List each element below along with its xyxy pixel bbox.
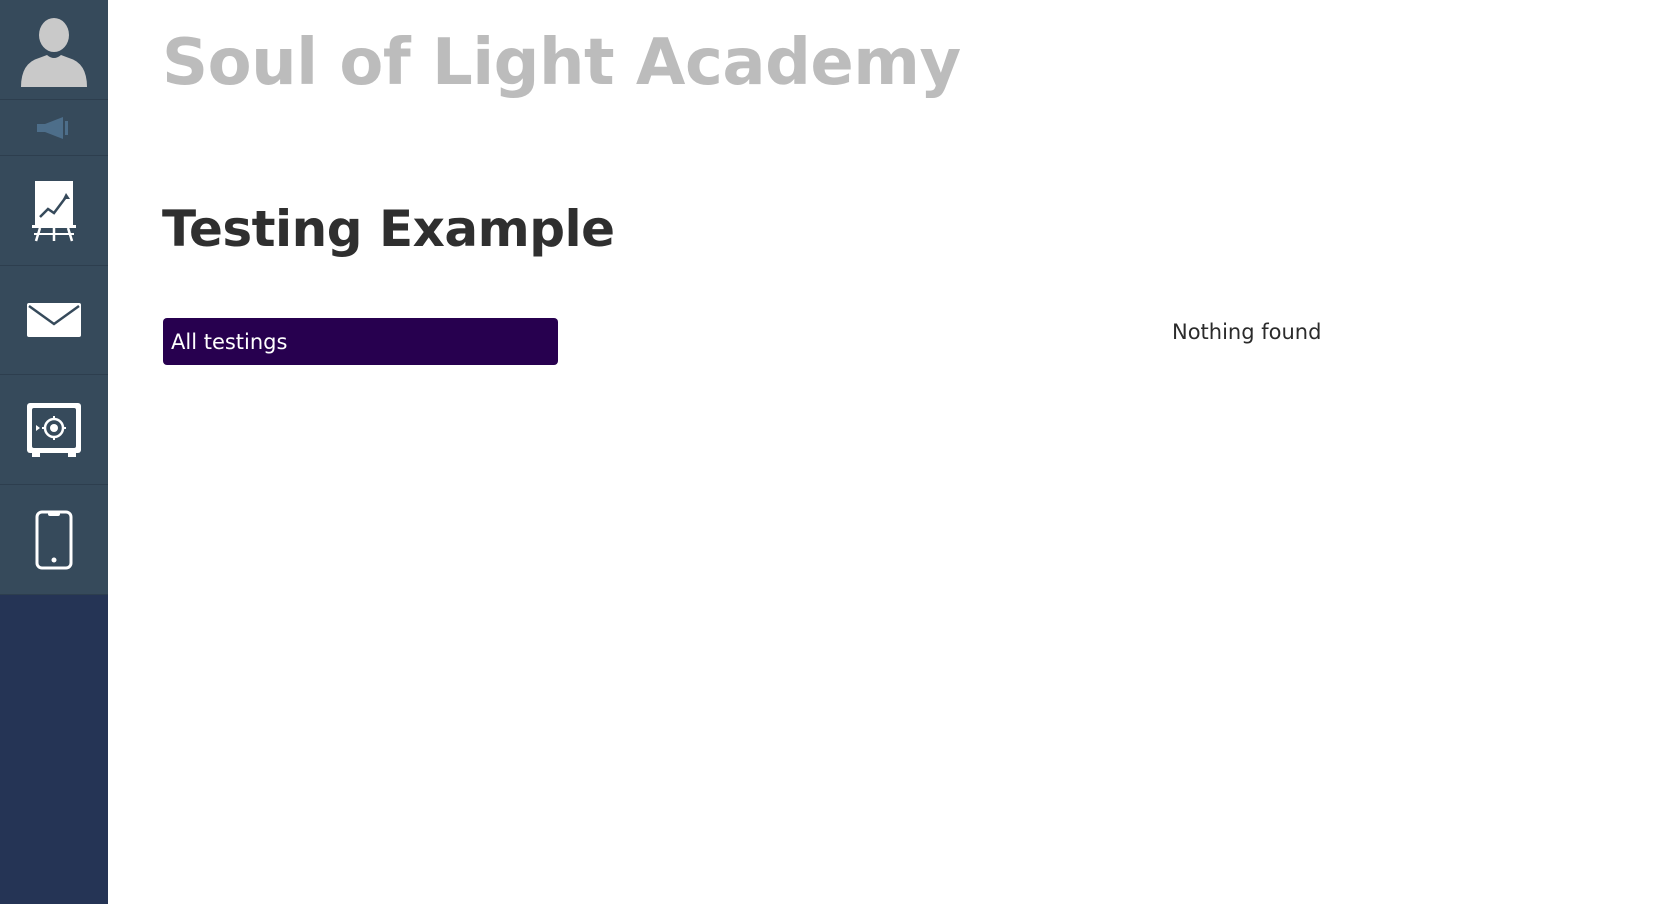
presentation-chart-icon [32, 180, 76, 241]
page-title: Testing Example [162, 200, 615, 258]
sidebar-item-messages[interactable] [0, 266, 108, 375]
user-avatar-icon [21, 17, 87, 87]
safe-icon [27, 402, 81, 457]
sidebar-item-mobile[interactable] [0, 485, 108, 595]
main-content: Soul of Light Academy Testing Example Al… [108, 0, 1680, 904]
sidebar-item-statistics[interactable] [0, 156, 108, 266]
sidebar-item-vault[interactable] [0, 375, 108, 485]
all-testings-button[interactable]: All testings [163, 318, 558, 365]
empty-state-message: Nothing found [1172, 320, 1322, 344]
sidebar-item-profile[interactable] [0, 0, 108, 100]
sidebar-item-announcements[interactable] [0, 100, 108, 156]
sidebar [0, 0, 108, 904]
site-title: Soul of Light Academy [162, 26, 961, 100]
mail-icon [27, 303, 81, 337]
megaphone-icon [37, 116, 68, 139]
app-root: Soul of Light Academy Testing Example Al… [0, 0, 1680, 904]
smartphone-icon [35, 510, 73, 569]
